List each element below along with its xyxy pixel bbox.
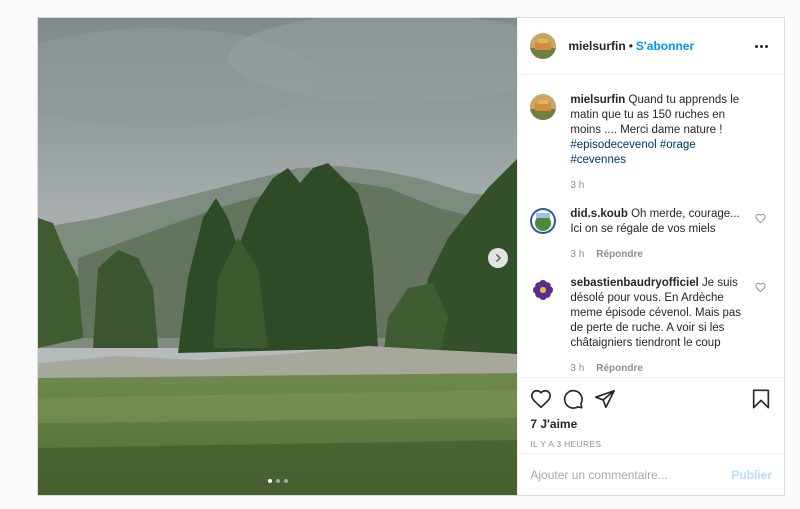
- author-avatar[interactable]: [530, 33, 557, 59]
- carousel-indicator: [38, 479, 517, 483]
- next-slide-button[interactable]: [488, 248, 508, 268]
- instagram-post: mielsurfin • S'abonner mielsurfin Quand …: [37, 17, 785, 496]
- caption-time[interactable]: 3 h: [570, 178, 584, 193]
- comment-body: sebastienbaudryofficiel Je suis désolé p…: [570, 276, 772, 376]
- flooded-valley-image: [38, 18, 518, 495]
- caption-content: mielsurfin Quand tu apprends le matin qu…: [570, 93, 754, 168]
- hashtag-link[interactable]: #cevennes: [570, 154, 626, 166]
- comment-item: did.s.koub Oh merde, courage... Ici on s…: [530, 207, 772, 262]
- hashtag-link[interactable]: #episodecevenol: [570, 139, 656, 151]
- caption-username[interactable]: mielsurfin: [570, 94, 625, 106]
- like-comment-heart-icon[interactable]: [755, 211, 766, 229]
- caption-avatar[interactable]: [530, 94, 557, 120]
- commenter-avatar[interactable]: [530, 208, 557, 234]
- author-username[interactable]: mielsurfin: [568, 39, 625, 53]
- more-options-icon[interactable]: [751, 41, 772, 52]
- chevron-right-icon: [495, 253, 502, 263]
- comments-list: mielsurfin Quand tu apprends le matin qu…: [518, 75, 784, 377]
- comment-time[interactable]: 3 h: [570, 361, 584, 376]
- comment-content: did.s.koub Oh merde, courage... Ici on s…: [570, 207, 754, 237]
- post-timestamp[interactable]: IL Y A 3 HEURES: [530, 439, 772, 449]
- commenter-avatar-image: [530, 277, 557, 303]
- caption: mielsurfin Quand tu apprends le matin qu…: [530, 93, 772, 193]
- comment-username[interactable]: did.s.koub: [570, 208, 628, 220]
- likes-count[interactable]: 7 J'aime: [530, 417, 772, 431]
- header-separator: •: [628, 39, 633, 53]
- share-icon[interactable]: [594, 388, 616, 410]
- action-icons: [530, 388, 772, 410]
- commenter-avatar[interactable]: [530, 277, 557, 303]
- carousel-dot: [283, 479, 288, 483]
- post-header: mielsurfin • S'abonner: [518, 18, 784, 75]
- caption-body: mielsurfin Quand tu apprends le matin qu…: [570, 93, 772, 193]
- add-comment-bar: Publier: [518, 453, 784, 495]
- comment-meta: 3 h Répondre: [570, 247, 754, 262]
- comment-item: sebastienbaudryofficiel Je suis désolé p…: [530, 276, 772, 376]
- caption-meta: 3 h: [570, 178, 754, 193]
- post-actions: 7 J'aime IL Y A 3 HEURES: [518, 377, 784, 453]
- like-comment-heart-icon[interactable]: [755, 280, 766, 298]
- post-photo[interactable]: [38, 18, 518, 495]
- bookmark-icon[interactable]: [750, 388, 772, 410]
- heart-icon[interactable]: [530, 388, 552, 410]
- reply-button[interactable]: Répondre: [596, 247, 643, 262]
- carousel-dot-active: [267, 479, 272, 483]
- comment-username[interactable]: sebastienbaudryofficiel: [570, 277, 698, 289]
- comment-icon[interactable]: [562, 388, 584, 410]
- carousel-dot: [275, 479, 280, 483]
- comment-content: sebastienbaudryofficiel Je suis désolé p…: [570, 276, 754, 351]
- hashtag-link[interactable]: #orage: [660, 139, 696, 151]
- publish-button[interactable]: Publier: [731, 468, 772, 482]
- post-side-panel: mielsurfin • S'abonner mielsurfin Quand …: [517, 18, 784, 495]
- comment-input[interactable]: [530, 467, 732, 482]
- author-avatar-image: [530, 33, 557, 59]
- caption-avatar-image: [530, 94, 557, 120]
- comment-time[interactable]: 3 h: [570, 247, 584, 262]
- commenter-avatar-image: [530, 208, 557, 234]
- comment-body: did.s.koub Oh merde, courage... Ici on s…: [570, 207, 772, 262]
- comment-meta: 3 h Répondre: [570, 361, 754, 376]
- follow-button[interactable]: S'abonner: [636, 39, 694, 53]
- reply-button[interactable]: Répondre: [596, 361, 643, 376]
